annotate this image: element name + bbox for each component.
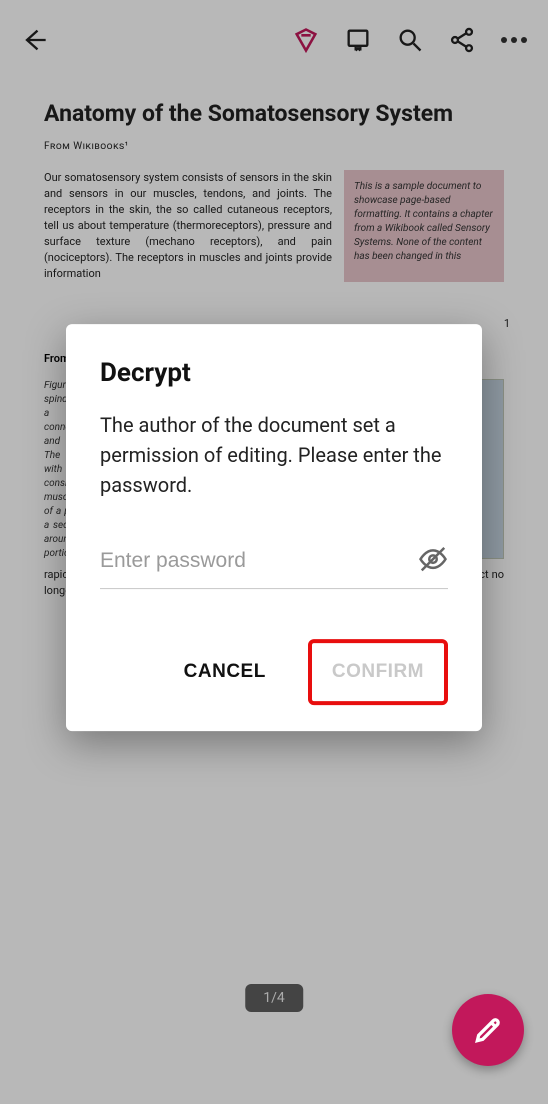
visibility-toggle-icon[interactable] [418,544,448,578]
password-field-row [100,544,448,589]
edit-fab[interactable] [452,994,524,1066]
pencil-icon [472,1014,504,1046]
dialog-body: The author of the document set a permiss… [100,410,448,500]
decrypt-dialog: Decrypt The author of the document set a… [66,324,482,731]
confirm-highlight: CONFIRM [308,639,448,705]
app-root: Anatomy of the Somatosensory System From… [0,0,548,1104]
dialog-actions: CANCEL CONFIRM [100,639,448,705]
password-input[interactable] [100,549,418,573]
dialog-title: Decrypt [100,358,448,388]
cancel-button[interactable]: CANCEL [178,651,272,693]
confirm-button[interactable]: CONFIRM [326,651,430,693]
